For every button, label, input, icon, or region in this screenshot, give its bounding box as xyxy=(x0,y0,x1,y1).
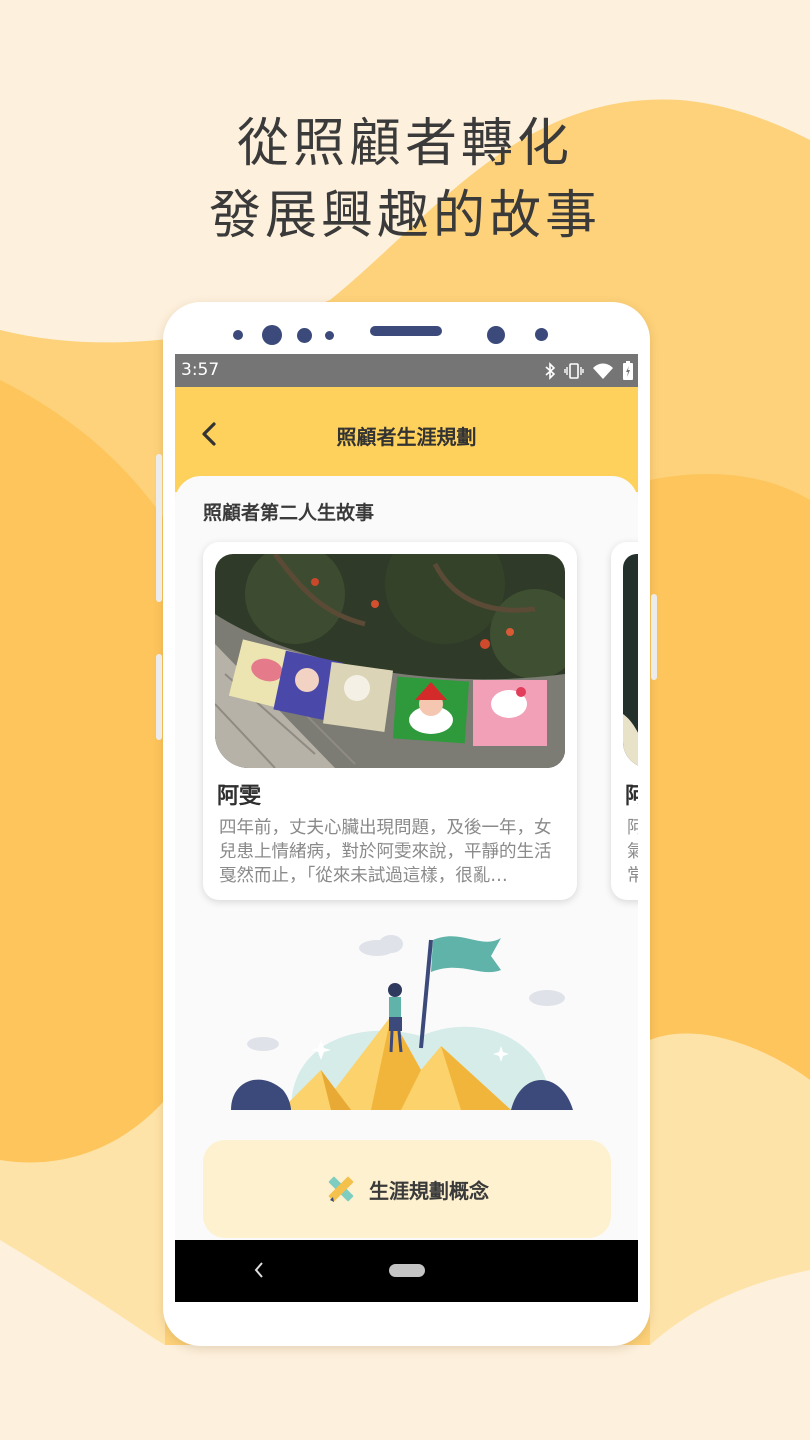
front-camera xyxy=(262,325,282,345)
system-nav-bar xyxy=(175,1240,638,1302)
story-name: 阿雯 xyxy=(217,784,262,809)
story-card[interactable]: 阿雯 四年前，丈夫心臟出現問題，及後一年，女兒患上情緒病，對於阿雯來說，平靜的生… xyxy=(203,542,577,900)
career-concept-label: 生涯規劃概念 xyxy=(369,1178,489,1203)
promo-title: 從照顧者轉化 發展興趣的故事 xyxy=(0,108,810,252)
promo-title-line-1: 從照顧者轉化 xyxy=(236,114,573,174)
story-excerpt: 四年前，丈夫心臟出現問題，及後一年，女兒患上情緒病，對於阿雯來說，平靜的生活戛然… xyxy=(219,818,552,886)
status-icons xyxy=(544,358,634,383)
phone-frame: 3:57 照顧者生涯規劃 照顧者第二人生故事 阿雯 四年前，丈夫心臟出現問題，及… xyxy=(156,302,657,1346)
side-button-left-1 xyxy=(156,454,162,602)
phone-top-bezel xyxy=(163,302,650,354)
nav-back-icon[interactable] xyxy=(253,1260,265,1284)
story-card[interactable]: 阿 阿氣常 xyxy=(611,542,638,900)
front-camera xyxy=(487,326,505,344)
section-title: 照顧者第二人生故事 xyxy=(203,502,375,524)
status-bar: 3:57 xyxy=(175,354,638,387)
sensor-dot xyxy=(233,330,243,340)
story-excerpt: 阿氣常 xyxy=(627,818,638,886)
sensor-dot xyxy=(297,328,312,343)
content-panel: 照顧者第二人生故事 阿雯 四年前，丈夫心臟出現問題，及後一年，女兒患上情緒病，對… xyxy=(175,476,638,1302)
story-photo xyxy=(623,554,638,768)
side-button-right xyxy=(651,594,657,680)
bluetooth-icon xyxy=(544,361,556,380)
story-photo xyxy=(215,554,565,768)
sensor-dot xyxy=(325,331,334,340)
earpiece-speaker xyxy=(370,326,442,336)
nav-home-icon[interactable] xyxy=(389,1264,425,1277)
vibrate-icon xyxy=(564,362,584,380)
career-concept-button[interactable]: 生涯規劃概念 xyxy=(203,1140,611,1238)
story-name: 阿 xyxy=(625,784,638,809)
battery-icon xyxy=(622,360,634,381)
status-time: 3:57 xyxy=(181,360,220,380)
phone-screen: 3:57 照顧者生涯規劃 照顧者第二人生故事 阿雯 四年前，丈夫心臟出現問題，及… xyxy=(175,354,638,1302)
app-bar-title: 照顧者生涯規劃 xyxy=(336,425,477,449)
ruler-pencil-icon xyxy=(328,1176,354,1202)
sensor-dot xyxy=(535,328,548,341)
career-summit-illustration xyxy=(231,935,573,1110)
side-button-left-2 xyxy=(156,654,162,740)
promo-title-line-2: 發展興趣的故事 xyxy=(208,186,601,246)
wifi-icon xyxy=(592,362,614,380)
